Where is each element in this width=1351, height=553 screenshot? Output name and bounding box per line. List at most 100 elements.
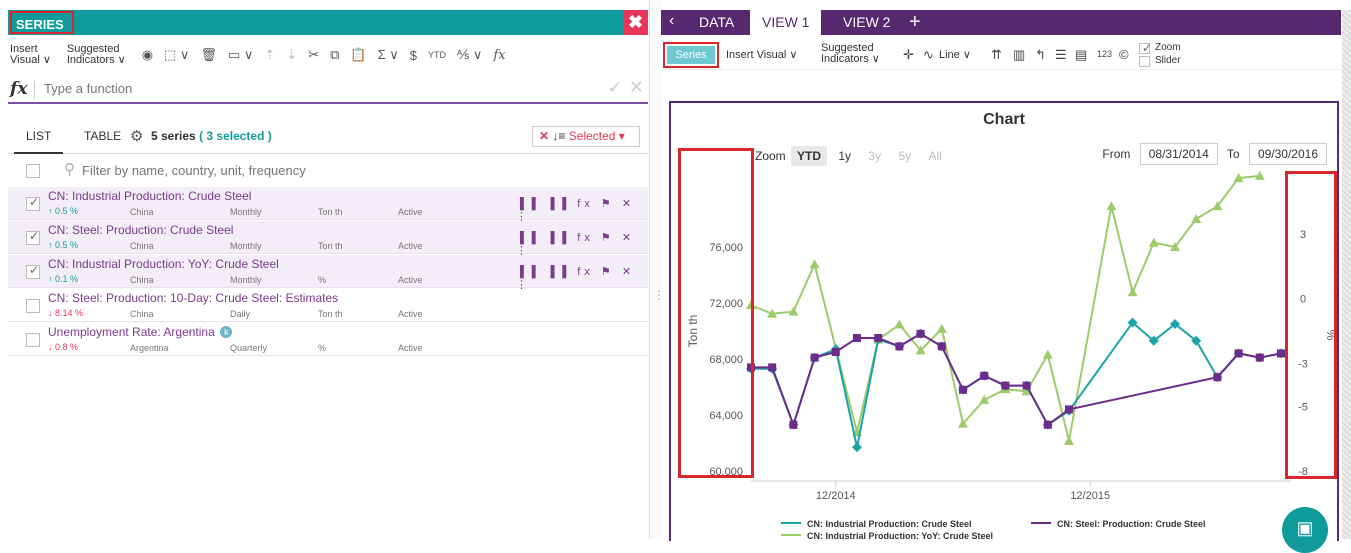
insert-visual-dropdown[interactable]: Insert Visual ∨ xyxy=(726,48,797,61)
chart-svg: 60,00064,00068,00072,00076,000-8-5-303To… xyxy=(686,170,1337,541)
row-checkbox[interactable] xyxy=(26,263,40,279)
cancel-x-icon[interactable]: ✕ xyxy=(629,77,644,98)
series-point xyxy=(809,259,820,269)
series-country: China xyxy=(130,241,154,251)
series-change: ↓ 8.14 % xyxy=(48,308,84,318)
function-input[interactable] xyxy=(44,81,544,96)
list-icon[interactable]: ☰ xyxy=(1055,47,1067,63)
row-checkbox[interactable] xyxy=(26,299,40,313)
confirm-check-icon[interactable]: ✓ xyxy=(608,78,622,98)
row-actions[interactable]: ▐▐ ▐▐ fx ⚑ ✕ ⋮ xyxy=(516,197,648,223)
series-name[interactable]: Unemployment Rate: Argentina xyxy=(48,325,215,339)
ytd-icon[interactable]: YTD xyxy=(428,50,446,60)
close-x-icon[interactable]: ✖ xyxy=(623,10,648,35)
line-chart-icon[interactable]: ∿ xyxy=(923,47,934,63)
curve-arrow-icon[interactable]: ↰ xyxy=(1035,47,1046,63)
row-checkbox[interactable] xyxy=(26,229,40,245)
page-scrollbar[interactable] xyxy=(1342,10,1351,539)
add-tab-button[interactable]: + xyxy=(897,10,933,35)
move-icon[interactable]: ✛ xyxy=(903,47,914,63)
series-change: ↓ 0.8 % xyxy=(48,342,79,352)
paste-icon[interactable]: 📋 xyxy=(350,47,366,63)
tab-view-1[interactable]: VIEW 1 xyxy=(750,10,822,35)
selected-dropdown-label: Selected ▾ xyxy=(568,129,625,143)
selected-filter-dropdown[interactable]: ✕ ↓≡ Selected ▾ xyxy=(532,126,640,147)
back-chevron-icon[interactable]: ‹ xyxy=(669,12,674,30)
copy-icon[interactable]: ⧉ xyxy=(330,47,339,63)
highlight-left-axis xyxy=(678,148,754,478)
series-frequency: Quarterly xyxy=(230,343,268,353)
series-name[interactable]: CN: Steel: Production: Crude Steel xyxy=(48,223,233,237)
series-name[interactable]: CN: Industrial Production: YoY: Crude St… xyxy=(48,257,279,271)
eye-icon[interactable]: ◉ xyxy=(142,47,153,63)
x-tick-label: 12/2014 xyxy=(816,490,856,502)
cut-icon[interactable]: ✂ xyxy=(308,47,319,63)
series-toolbar: Insert Visual ∨ Suggested Indicators ∨ ◉ ⬚… xyxy=(10,40,648,70)
suggested-indicators-button[interactable]: Suggested Indicators ∨ xyxy=(67,44,126,66)
tab-list[interactable]: LIST xyxy=(14,118,64,154)
series-point xyxy=(1148,237,1159,247)
series-title: SERIES xyxy=(10,11,74,34)
select-all-checkbox[interactable] xyxy=(26,164,40,178)
series-point xyxy=(768,363,777,372)
row-actions[interactable]: ▐▐ ▐▐ fx ⚑ ✕ ⋮ xyxy=(516,231,648,257)
list-item[interactable]: CN: Steel: Production: Crude Steel ↑ 0.5 … xyxy=(8,221,648,257)
series-name[interactable]: CN: Steel: Production: 10-Day: Crude Ste… xyxy=(48,291,338,305)
copyright-icon[interactable]: © xyxy=(1119,47,1129,62)
series-point xyxy=(789,420,798,429)
suggested-indicators-dropdown[interactable]: Suggested Indicators ∨ xyxy=(821,43,880,65)
slider-checkbox[interactable] xyxy=(1139,56,1150,67)
chat-icon[interactable]: ▣ xyxy=(1282,507,1328,553)
down-arrow-icon[interactable]: ⇣ xyxy=(286,47,297,63)
up-arrow-icon[interactable]: ⇡ xyxy=(264,47,275,63)
series-toggle-button[interactable]: Series xyxy=(663,42,719,68)
chart-type-dropdown[interactable]: Line ∨ xyxy=(939,48,971,61)
row-checkbox[interactable] xyxy=(26,333,40,347)
series-point xyxy=(937,342,946,351)
series-header: SERIES ✖ xyxy=(8,10,648,35)
color-icon[interactable]: ⅍ ∨ xyxy=(457,47,482,63)
number-format-icon[interactable]: 123 xyxy=(1097,49,1112,59)
row-checkbox[interactable] xyxy=(26,195,40,211)
comment-icon[interactable]: ▤ xyxy=(1075,47,1087,63)
row-actions[interactable]: ▐▐ ▐▐ fx ⚑ ✕ ⋮ xyxy=(516,265,648,291)
sort-icon[interactable]: ↓≡ xyxy=(552,129,565,143)
list-item[interactable]: CN: Industrial Production: YoY: Crude St… xyxy=(8,255,648,291)
fx-label: fx xyxy=(10,79,28,99)
folder-icon[interactable]: ▭ ∨ xyxy=(228,47,253,63)
insert-visual-button[interactable]: Insert Visual ∨ xyxy=(10,44,51,66)
gear-icon[interactable]: ⚙ xyxy=(130,127,143,145)
select-icon[interactable]: ⬚ ∨ xyxy=(164,47,189,63)
series-point xyxy=(1043,420,1052,429)
fx-icon[interactable]: fx xyxy=(493,48,505,63)
bar-chart-icon[interactable]: ▥ xyxy=(1013,47,1025,63)
list-item[interactable]: Unemployment Rate: Argentina k ↓ 0.8 % Arge… xyxy=(8,323,648,356)
series-change: ↑ 0.5 % xyxy=(48,240,79,250)
x-tick-label: 12/2015 xyxy=(1070,490,1110,502)
trash-icon[interactable]: 🗑 xyxy=(200,47,217,63)
series-unit: Ton th xyxy=(318,309,343,319)
panel-splitter[interactable] xyxy=(651,0,665,539)
series-point xyxy=(895,342,904,351)
tab-table[interactable]: TABLE xyxy=(72,118,133,154)
bar-up-icon[interactable]: ⇈ xyxy=(991,47,1002,63)
list-item[interactable]: CN: Steel: Production: 10-Day: Crude Ste… xyxy=(8,289,648,322)
series-change: ↑ 0.5 % xyxy=(48,206,79,216)
series-name[interactable]: CN: Industrial Production: Crude Steel xyxy=(48,189,251,203)
filter-row: ⚲ xyxy=(8,158,648,184)
highlight-right-axis xyxy=(1285,171,1337,479)
sigma-icon[interactable]: Σ ∨ xyxy=(378,47,399,63)
filter-input[interactable] xyxy=(82,163,482,178)
tab-view-2[interactable]: VIEW 2 xyxy=(831,10,902,35)
series-unit: % xyxy=(318,343,327,353)
tab-data[interactable]: DATA xyxy=(687,10,746,35)
dollar-icon[interactable]: $ xyxy=(410,48,417,63)
series-point xyxy=(874,334,883,342)
series-status: Active xyxy=(398,309,423,319)
list-item[interactable]: CN: Industrial Production: Crude Steel ↑ … xyxy=(8,187,648,223)
series-status: Active xyxy=(398,241,423,251)
zoom-checkbox[interactable] xyxy=(1139,41,1152,55)
series-panel: SERIES ✖ Insert Visual ∨ Suggested Indicat… xyxy=(0,0,650,539)
clear-x-icon[interactable]: ✕ xyxy=(539,129,549,143)
series-frequency: Daily xyxy=(230,309,251,319)
